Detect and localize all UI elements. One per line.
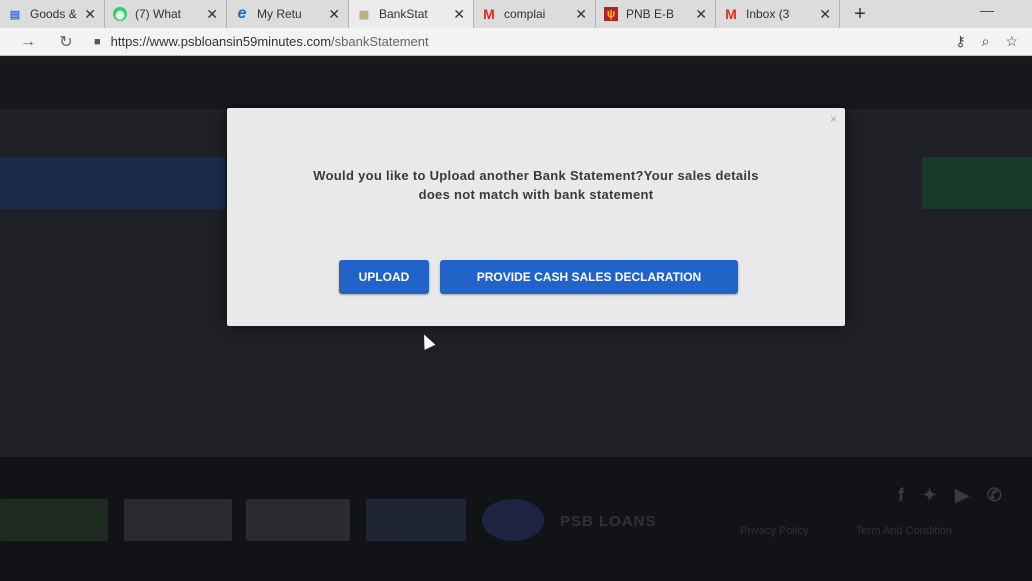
page-header-band [0,57,1032,109]
tab-label: My Retu [257,7,302,21]
page-green-band [922,157,1032,209]
tab-goods[interactable]: ▤ Goods & ✕ [0,0,105,28]
bank-statement-dialog: × Would you like to Upload another Bank … [227,108,845,326]
tab-complaint[interactable]: M complai ✕ [474,0,596,28]
close-icon[interactable]: ✕ [695,6,707,23]
close-icon[interactable]: ✕ [84,6,96,23]
privacy-policy-link[interactable]: Privacy Policy [740,525,808,537]
address-bar-actions: ⚷ ⌕ ☆ [955,33,1032,50]
address-bar: → ↻ ■ https://www.psbloansin59minutes.co… [0,28,1032,56]
upload-button[interactable]: UPLOAD [339,260,429,294]
tab-pnb[interactable]: ψ PNB E-B ✕ [596,0,716,28]
social-links: f ✦ ▶ ✆ [898,485,1002,506]
tab-label: (7) What [135,7,182,21]
tab-label: PNB E-B [626,7,675,21]
dialog-close-icon[interactable]: × [830,112,837,126]
whatsapp-icon: ◉ [113,7,127,21]
gmail-icon: M [725,6,737,22]
partner-logo [366,499,466,541]
phone-icon[interactable]: ✆ [987,485,1002,506]
tab-label: BankStat [379,7,428,21]
minimize-icon[interactable]: — [980,2,994,18]
cash-sales-declaration-button[interactable]: PROVIDE CASH SALES DECLARATION [440,260,738,294]
dialog-message-line1: Would you like to Upload another Bank St… [313,168,759,183]
twitter-icon[interactable]: ✦ [922,485,937,506]
page-blue-band [0,157,225,209]
browser-tab-bar: ▤ Goods & ✕ ◉ (7) What ✕ e My Retu ✕ ▦ B… [0,0,1032,28]
tab-bank-statement[interactable]: ▦ BankStat ✕ [349,0,474,28]
tab-whatsapp[interactable]: ◉ (7) What ✕ [105,0,227,28]
close-icon[interactable]: ✕ [453,6,465,23]
partner-logo [482,499,544,541]
close-icon[interactable]: ✕ [819,6,831,23]
url-field[interactable]: https://www.psbloansin59minutes.com/sban… [111,34,429,49]
footer-brand: PSB LOANS [560,513,657,530]
close-icon[interactable]: ✕ [575,6,587,23]
url-path: /sbankStatement [331,34,429,49]
lock-icon: ■ [94,35,101,48]
tab-inbox[interactable]: M Inbox (3 ✕ [716,0,840,28]
terms-link[interactable]: Term And Condition [856,525,952,537]
screen: ▤ Goods & ✕ ◉ (7) What ✕ e My Retu ✕ ▦ B… [0,0,1032,581]
youtube-icon[interactable]: ▶ [955,485,969,506]
close-icon[interactable]: ✕ [206,6,218,23]
gmail-icon: M [483,6,495,22]
key-icon[interactable]: ⚷ [955,33,965,50]
tab-label: Goods & [30,7,77,21]
partner-logo [246,499,350,541]
page-icon: ▦ [358,8,370,21]
forward-arrow-icon[interactable]: → [14,33,42,51]
partner-logo [0,499,108,541]
dialog-message-line2: does not match with bank statement [418,187,654,202]
pnb-icon: ψ [604,7,618,21]
zoom-icon[interactable]: ⌕ [982,33,990,50]
tab-label: complai [504,7,546,21]
star-icon[interactable]: ☆ [1005,33,1018,50]
facebook-icon[interactable]: f [898,485,904,506]
dialog-message: Would you like to Upload another Bank St… [227,166,845,204]
tab-my-returns[interactable]: e My Retu ✕ [227,0,349,28]
document-icon: ▤ [9,8,21,21]
partner-logo [124,499,232,541]
page-footer: PSB LOANS Privacy Policy Term And Condit… [0,457,1032,581]
close-icon[interactable]: ✕ [328,6,340,23]
reload-icon[interactable]: ↻ [52,32,80,52]
new-tab-button[interactable]: + [840,0,880,28]
url-host: https://www.psbloansin59minutes.com [110,34,332,49]
ie-icon: e [237,5,247,22]
tab-label: Inbox (3 [746,7,790,21]
